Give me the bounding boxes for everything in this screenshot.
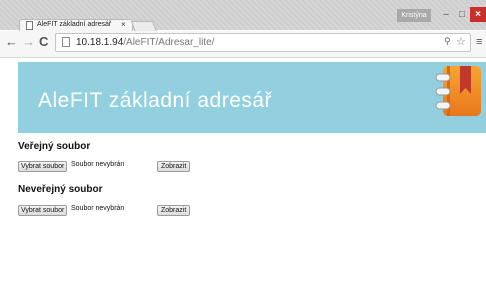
close-window-button[interactable]: × <box>470 7 486 22</box>
private-file-status: Soubor nevybrán <box>71 205 125 212</box>
url-path: /AleFIT/Adresar_lite/ <box>123 37 215 48</box>
back-arrow-icon[interactable]: ← <box>5 35 18 49</box>
public-file-status: Soubor nevybrán <box>71 161 125 168</box>
title-bar: AleFIT základní adresář × Kristýna – □ × <box>0 0 486 32</box>
tab-title: AleFIT základní adresář <box>37 21 112 28</box>
browser-toolbar: ← → C 10.18.1.94/AleFIT/Adresar_lite/ ⚲ … <box>0 31 486 58</box>
public-show-button[interactable]: Zobrazit <box>157 161 191 172</box>
page-icon <box>26 21 33 30</box>
public-file-heading: Veřejný soubor <box>18 141 91 152</box>
private-show-button[interactable]: Zobrazit <box>157 205 191 216</box>
public-choose-file-button[interactable]: Vybrat soubor <box>18 161 68 172</box>
reload-icon[interactable]: C <box>39 35 48 49</box>
page-viewport: AleFIT základní adresář Veřejný soubor V… <box>0 58 486 288</box>
header-banner: AleFIT základní adresář <box>18 62 486 133</box>
address-book-icon <box>435 66 481 116</box>
minimize-button[interactable]: – <box>438 7 454 22</box>
zoom-icon[interactable]: ⚲ <box>444 36 451 47</box>
close-tab-icon[interactable]: × <box>121 20 126 30</box>
private-choose-file-button[interactable]: Vybrat soubor <box>18 205 68 216</box>
profile-badge[interactable]: Kristýna <box>397 9 431 22</box>
private-file-heading: Neveřejný soubor <box>18 184 103 195</box>
url-text: 10.18.1.94/AleFIT/Adresar_lite/ <box>76 37 214 48</box>
page-title: AleFIT základní adresář <box>38 89 273 112</box>
menu-icon[interactable]: ≡ <box>476 36 482 48</box>
address-bar[interactable]: 10.18.1.94/AleFIT/Adresar_lite/ ⚲ ☆ <box>55 33 471 52</box>
bookmark-star-icon[interactable]: ☆ <box>456 35 466 48</box>
page-icon <box>62 37 70 47</box>
url-host: 10.18.1.94 <box>76 37 124 48</box>
maximize-button[interactable]: □ <box>454 7 470 22</box>
forward-arrow-icon[interactable]: → <box>22 35 35 49</box>
